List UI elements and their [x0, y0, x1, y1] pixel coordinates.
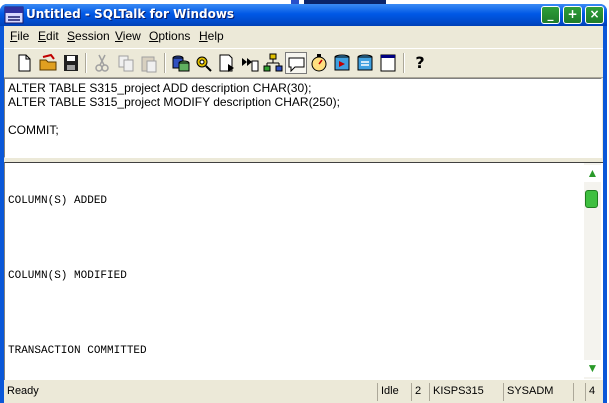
toolbar-separator — [85, 53, 87, 73]
sqltalk-app-icon[interactable] — [4, 6, 24, 24]
sql-line: ALTER TABLE S315_project ADD description… — [8, 81, 312, 95]
menu-edit[interactable]: Edit — [38, 29, 59, 43]
paste-clipboard-icon[interactable] — [138, 52, 160, 74]
menu-file[interactable]: File — [10, 29, 29, 43]
database-list-icon[interactable] — [354, 52, 376, 74]
output-pane[interactable]: COLUMN(S) ADDED COLUMN(S) MODIFIED TRANS… — [4, 162, 603, 380]
scroll-down-button[interactable]: ▼ — [584, 360, 601, 377]
execute-script-icon[interactable] — [239, 52, 261, 74]
vertical-scrollbar[interactable]: ▲ ▼ — [584, 163, 601, 379]
help-question-icon[interactable]: ? — [409, 52, 431, 74]
scroll-up-button[interactable]: ▲ — [584, 165, 601, 182]
sqltalk-window: Untitled - SQLTalk for Windows _ + × Fil… — [0, 4, 607, 403]
save-disk-icon[interactable] — [60, 52, 82, 74]
status-count: 4 — [585, 383, 603, 401]
sql-line: ALTER TABLE S315_project MODIFY descript… — [8, 95, 340, 109]
title-bar[interactable]: Untitled - SQLTalk for Windows _ + × — [0, 4, 607, 26]
window-icon[interactable] — [377, 52, 399, 74]
status-message: Ready — [7, 385, 39, 397]
sql-editor[interactable]: ALTER TABLE S315_project ADD description… — [4, 78, 602, 158]
connect-icon[interactable] — [170, 52, 192, 74]
output-line: COLUMN(S) ADDED — [8, 195, 108, 207]
disconnect-icon[interactable] — [193, 52, 215, 74]
toolbar-separator — [164, 53, 166, 73]
menu-options[interactable]: Options — [149, 29, 190, 43]
client-area: File Edit Session View Options Help ? AL… — [4, 26, 603, 403]
comment-bubble-icon[interactable] — [285, 52, 307, 74]
status-user: SYSADM — [503, 383, 573, 401]
status-database: KISPS315 — [429, 383, 503, 401]
database-run-icon[interactable] — [331, 52, 353, 74]
execute-statement-icon[interactable] — [216, 52, 238, 74]
status-bar: Ready Idle 2 KISPS315 SYSADM 4 — [4, 381, 603, 403]
status-state: Idle — [377, 383, 411, 401]
menu-view[interactable]: View — [115, 29, 141, 43]
toolbar-separator — [403, 53, 405, 73]
menu-session[interactable]: Session — [67, 29, 110, 43]
scroll-thumb[interactable] — [585, 190, 598, 208]
output-line: TRANSACTION COMMITTED — [8, 345, 147, 357]
copy-icon[interactable] — [115, 52, 137, 74]
sql-line: COMMIT; — [8, 123, 59, 137]
window-title: Untitled - SQLTalk for Windows — [26, 7, 235, 21]
toolbar: ? — [4, 48, 603, 78]
stopwatch-icon[interactable] — [308, 52, 330, 74]
output-line: COLUMN(S) MODIFIED — [8, 270, 127, 282]
maximize-button[interactable]: + — [563, 6, 582, 24]
cut-scissors-icon[interactable] — [91, 52, 113, 74]
menu-bar: File Edit Session View Options Help — [4, 26, 603, 46]
menu-help[interactable]: Help — [199, 29, 224, 43]
tree-view-icon[interactable] — [262, 52, 284, 74]
status-cursor-count: 2 — [411, 383, 429, 401]
status-blank — [573, 383, 585, 401]
open-folder-icon[interactable] — [37, 52, 59, 74]
close-button[interactable]: × — [585, 6, 604, 24]
minimize-button[interactable]: _ — [541, 6, 560, 24]
new-document-icon[interactable] — [13, 52, 35, 74]
